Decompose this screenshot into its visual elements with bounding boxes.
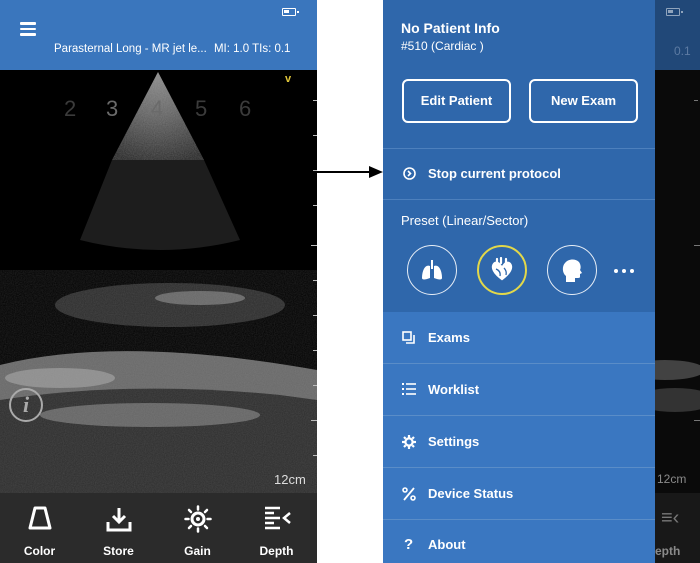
depth-label: Depth: [259, 544, 294, 558]
menu-item-label: Exams: [428, 330, 470, 345]
depth-icon: [264, 506, 291, 530]
dimmed-depth-label: epth: [655, 544, 681, 558]
scan-header: Parasternal Long - MR jet le... MI: 1.0 …: [0, 0, 317, 70]
menu-item-label: Device Status: [428, 486, 514, 501]
menu-item-settings[interactable]: Settings: [383, 416, 655, 467]
preset-cardiac-button[interactable]: [477, 245, 527, 295]
thermal-indices: MI: 1.0 TIs: 0.1: [213, 43, 291, 55]
download-icon: [106, 508, 131, 532]
menu-item-about[interactable]: ? About: [383, 520, 655, 563]
lungs-icon: [422, 260, 442, 280]
ultrasound-image[interactable]: 2 3 4 5 6 v i 12cm: [0, 70, 317, 493]
depth-ruler: [311, 70, 317, 493]
exam-id: #510 (Cardiac ): [401, 39, 484, 53]
preset-lung-button[interactable]: [407, 245, 457, 295]
menu-item-label: Settings: [428, 434, 480, 449]
dimmed-indices: 0.1: [674, 44, 691, 58]
patient-title: No Patient Info: [401, 20, 500, 36]
store-label: Store: [103, 544, 134, 558]
percent-icon: [402, 487, 416, 501]
depth-marker: 4: [151, 96, 164, 121]
focus-marker: v: [285, 73, 292, 85]
dimmed-header: 0.1: [655, 0, 700, 70]
depth-scale-numbers: 2 3 4 5 6: [0, 96, 317, 126]
new-exam-button[interactable]: New Exam: [529, 79, 638, 123]
depth-marker: 6: [239, 96, 252, 121]
gear-icon: [402, 435, 416, 449]
menu-item-device-status[interactable]: Device Status: [383, 468, 655, 519]
preset-label: Preset (Linear/Sector): [401, 213, 529, 228]
drawer-menu: Exams Worklist Settings Device Status ? …: [383, 312, 655, 563]
gain-label: Gain: [184, 544, 211, 558]
dimmed-toolbar: ≡‹ epth: [655, 493, 700, 563]
transition-arrow-icon: [317, 166, 383, 178]
depth-readout: 12cm: [274, 472, 306, 487]
menu-item-label: About: [428, 537, 466, 552]
list-icon: [402, 383, 416, 395]
divider: [383, 199, 655, 200]
dimmed-scan-drawing: [625, 100, 700, 421]
stop-protocol-label: Stop current protocol: [428, 166, 561, 181]
dimmed-scan[interactable]: 12cm: [625, 70, 700, 493]
menu-item-worklist[interactable]: Worklist: [383, 364, 655, 415]
exams-icon: [402, 331, 415, 344]
chevron-circle-icon: [403, 167, 416, 180]
store-button[interactable]: Store: [79, 493, 158, 563]
battery-icon: [666, 8, 683, 16]
stop-protocol-item[interactable]: Stop current protocol: [383, 149, 655, 199]
preset-head-button[interactable]: [547, 245, 597, 295]
menu-item-label: Worklist: [428, 382, 480, 397]
dimmed-depth-readout: 12cm: [657, 472, 687, 486]
screenshot-stage: Parasternal Long - MR jet le... MI: 1.0 …: [0, 0, 700, 563]
head-icon: [562, 259, 582, 282]
depth-marker: 2: [64, 96, 77, 121]
depth-marker: 3: [106, 96, 119, 121]
ultrasound-image-drawing: [0, 72, 317, 493]
info-icon[interactable]: i: [9, 388, 43, 422]
probe-icon: [28, 506, 51, 530]
more-presets-icon[interactable]: [614, 260, 638, 280]
depth-marker: 5: [195, 96, 208, 121]
menu-screen: 0.1 12cm ≡‹ epth No Patient Info #510 (C…: [383, 0, 700, 563]
dimmed-depth-icon: ≡‹: [661, 507, 680, 529]
color-label: Color: [23, 544, 56, 558]
edit-patient-button[interactable]: Edit Patient: [402, 79, 511, 123]
hamburger-menu-icon[interactable]: [20, 22, 36, 36]
depth-button[interactable]: Depth: [237, 493, 316, 563]
menu-item-exams[interactable]: Exams: [383, 312, 655, 363]
gain-button[interactable]: Gain: [158, 493, 237, 563]
scan-toolbar: Color Store Gain Depth: [0, 493, 317, 563]
scan-screen: Parasternal Long - MR jet le... MI: 1.0 …: [0, 0, 317, 563]
exam-mode-label: Parasternal Long - MR jet le...: [54, 43, 207, 55]
gain-icon: [183, 505, 212, 533]
question-icon: ?: [404, 536, 414, 553]
navigation-drawer: No Patient Info #510 (Cardiac ) Edit Pat…: [383, 0, 655, 563]
color-button[interactable]: Color: [0, 493, 79, 563]
scan-info-line: Parasternal Long - MR jet le... MI: 1.0 …: [54, 43, 316, 55]
battery-icon: [282, 8, 299, 16]
heart-icon: [490, 257, 514, 282]
